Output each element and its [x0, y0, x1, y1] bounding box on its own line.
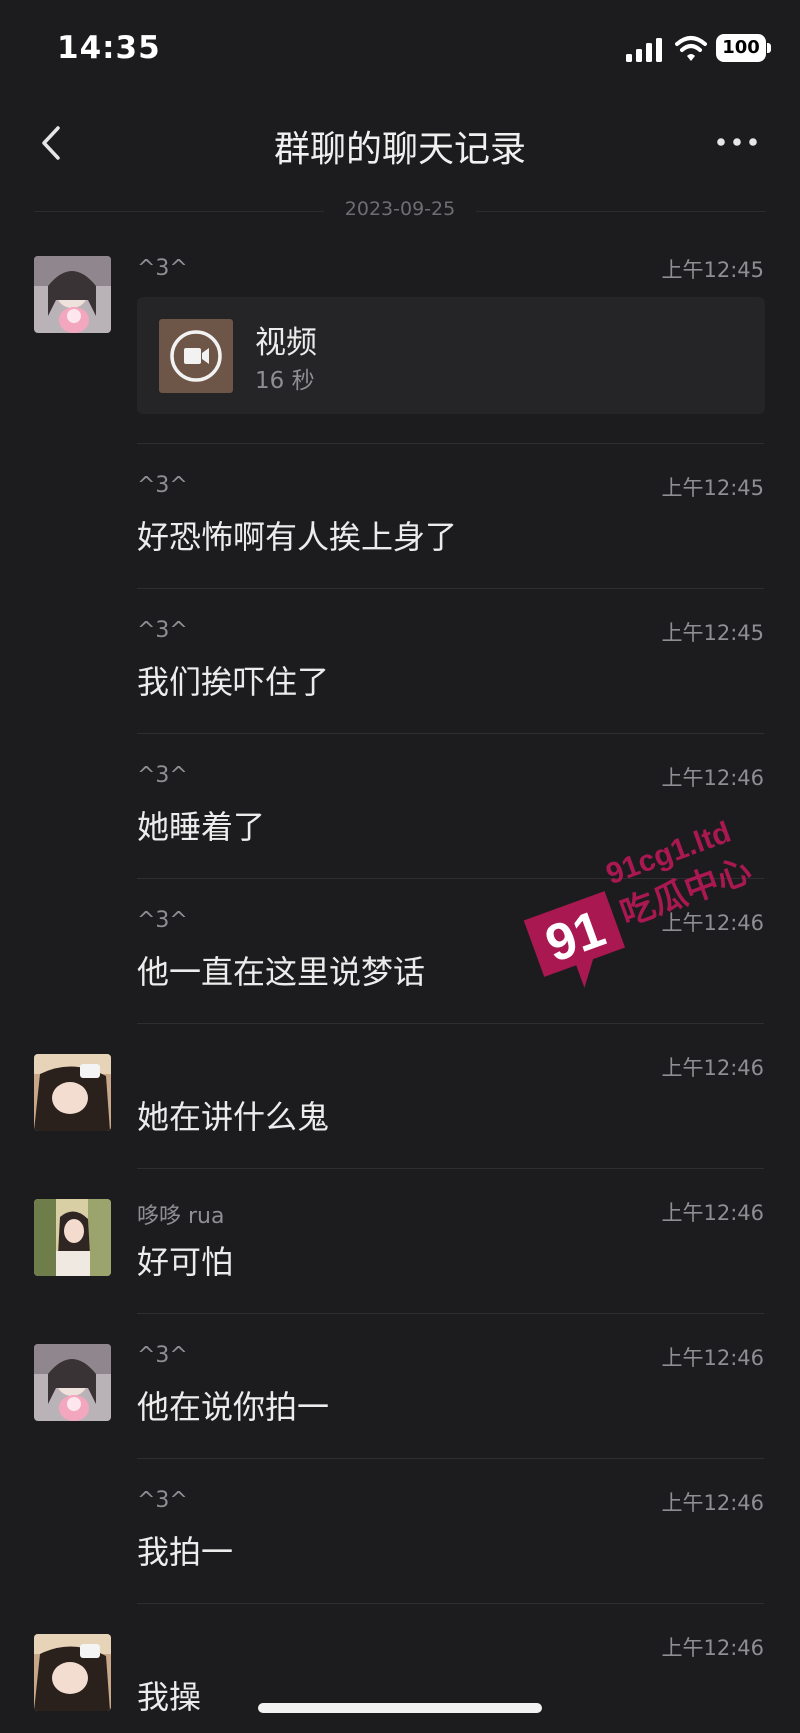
message-time: 上午12:46 — [661, 1636, 764, 1660]
message-time: 上午12:46 — [661, 911, 764, 935]
message-time: 上午12:46 — [661, 766, 764, 790]
page-title: 群聊的聊天记录 — [273, 129, 526, 170]
message-time: 上午12:45 — [661, 258, 764, 282]
message-text: 好恐怖啊有人挨上身了 — [137, 518, 458, 556]
back-button[interactable] — [28, 118, 78, 168]
sender-name: ^3^ — [137, 763, 188, 788]
avatar[interactable] — [34, 1199, 111, 1276]
avatar[interactable] — [34, 1054, 111, 1131]
message-time: 上午12:46 — [661, 1491, 764, 1515]
video-duration: 16 秒 — [255, 368, 315, 394]
battery-icon: 100 — [716, 34, 766, 62]
message-divider — [137, 1168, 764, 1169]
status-bar: 14:35 100 — [0, 0, 800, 100]
sender-name: ^3^ — [137, 1343, 188, 1368]
more-options-button[interactable] — [712, 122, 762, 162]
message-divider — [137, 1603, 764, 1604]
message-time: 上午12:46 — [661, 1201, 764, 1225]
message-time: 上午12:46 — [661, 1346, 764, 1370]
message-time: 上午12:45 — [661, 476, 764, 500]
battery-tip — [767, 43, 771, 53]
message-divider — [137, 733, 764, 734]
video-camera-icon — [170, 330, 222, 382]
message-divider — [137, 1313, 764, 1314]
message-text: 我拍一 — [137, 1533, 234, 1571]
sender-name: 哆哆 rua — [137, 1204, 225, 1229]
message-text: 好可怕 — [137, 1243, 234, 1281]
message-text: 他一直在这里说梦话 — [137, 953, 426, 991]
message-divider — [137, 588, 764, 589]
message-text: 她睡着了 — [137, 808, 266, 846]
message-divider — [137, 878, 764, 879]
sender-name: ^3^ — [137, 473, 188, 498]
message-divider — [137, 1023, 764, 1024]
date-separator: 2023-09-25 — [344, 198, 456, 220]
message-text: 他在说你拍一 — [137, 1388, 330, 1426]
cellular-signal-icon — [626, 38, 662, 62]
avatar[interactable] — [34, 256, 111, 333]
sender-name: ^3^ — [137, 1488, 188, 1513]
message-time: 上午12:46 — [661, 1056, 764, 1080]
message-divider — [137, 1458, 764, 1459]
message-divider — [137, 443, 764, 444]
message-text: 我们挨吓住了 — [137, 663, 330, 701]
date-divider-right — [476, 211, 766, 212]
video-thumbnail — [159, 319, 233, 393]
watermark-domain: 91cg1.ltd — [602, 816, 736, 891]
video-title: 视频 — [255, 325, 317, 361]
video-message-card[interactable]: 视频 16 秒 — [137, 297, 765, 414]
watermark-badge: 91 — [538, 900, 612, 974]
nav-bar: 群聊的聊天记录 — [0, 100, 800, 190]
watermark-logo: 91 91cg1.ltd 吃瓜中心 — [523, 816, 757, 988]
wifi-icon — [675, 36, 707, 61]
battery-level: 100 — [722, 37, 760, 58]
avatar[interactable] — [34, 1344, 111, 1421]
sender-name: ^3^ — [137, 908, 188, 933]
message-time: 上午12:45 — [661, 621, 764, 645]
status-time: 14:35 — [57, 30, 161, 66]
message-text: 她在讲什么鬼 — [137, 1098, 330, 1136]
sender-name: ^3^ — [137, 618, 188, 643]
avatar[interactable] — [34, 1634, 111, 1711]
message-text: 我操 — [137, 1678, 202, 1716]
home-indicator[interactable] — [258, 1703, 542, 1713]
sender-name: ^3^ — [137, 256, 188, 281]
